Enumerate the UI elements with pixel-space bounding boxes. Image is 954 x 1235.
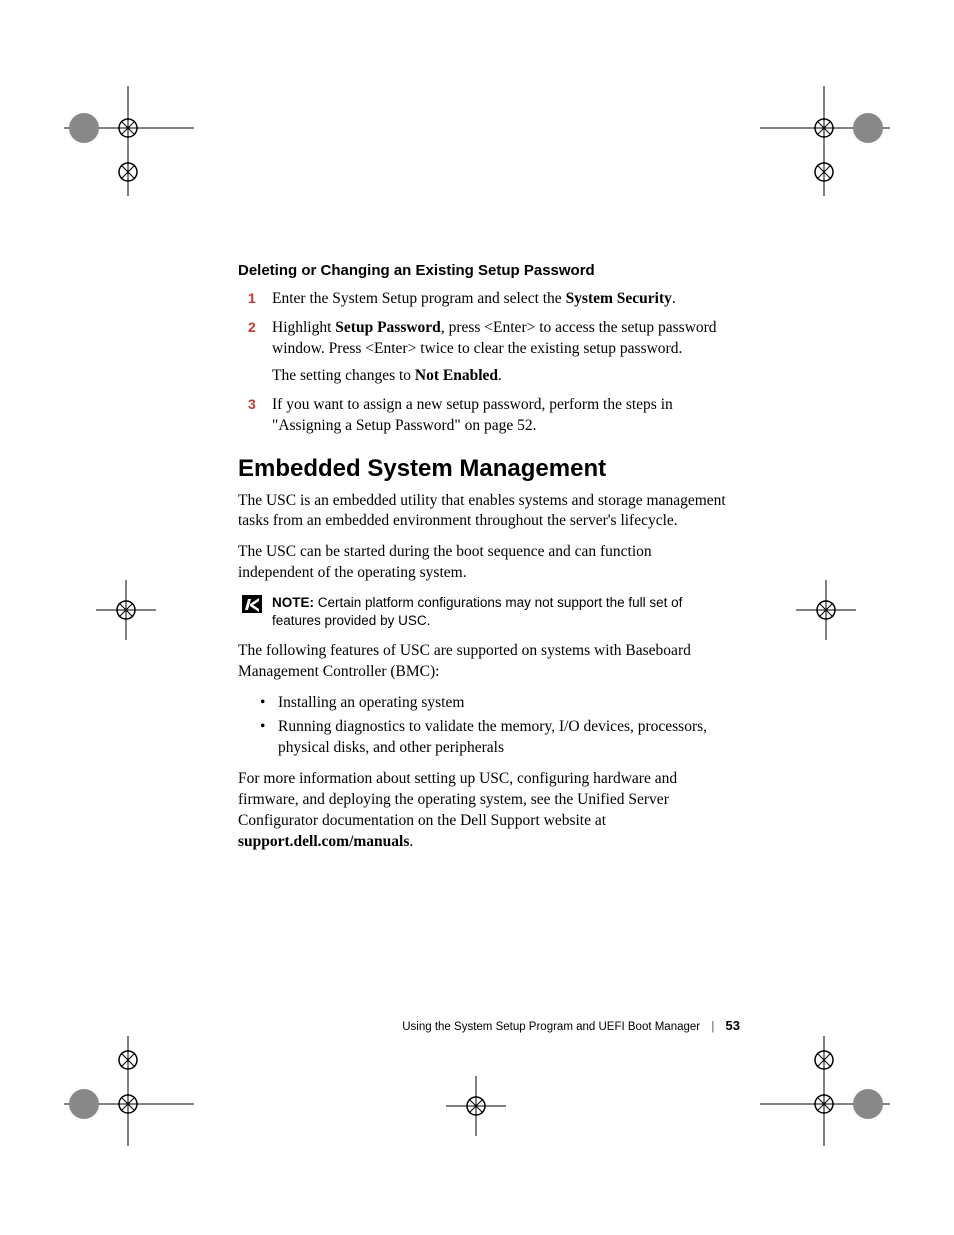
bullet-list: Installing an operating system Running di… [238, 693, 728, 760]
crop-mark-bottom-left [64, 1036, 194, 1146]
note-label: NOTE: [272, 595, 314, 610]
step-paragraph: If you want to assign a new setup passwo… [272, 395, 728, 437]
text-run: If you want to assign a new setup passwo… [272, 396, 673, 434]
step-paragraph: Enter the System Setup program and selec… [272, 289, 728, 310]
step-paragraph: Highlight Setup Password, press <Enter> … [272, 318, 728, 360]
note-text: NOTE: Certain platform configurations ma… [272, 594, 728, 630]
crop-mark-mid-left [96, 580, 156, 640]
text-run: For more information about setting up US… [238, 770, 677, 829]
section-heading: Deleting or Changing an Existing Setup P… [238, 262, 728, 279]
note-body: Certain platform configurations may not … [272, 595, 682, 628]
body-paragraph: The USC can be started during the boot s… [238, 542, 728, 584]
steps-list: 1 Enter the System Setup program and sele… [238, 289, 728, 437]
text-run: The setting changes to [272, 367, 415, 384]
step-paragraph: The setting changes to Not Enabled. [272, 366, 728, 387]
step-item: 3 If you want to assign a new setup passw… [238, 395, 728, 437]
step-body: Enter the System Setup program and selec… [272, 289, 728, 310]
text-run: support.dell.com/manuals [238, 833, 409, 850]
crop-mark-top-left [64, 86, 194, 196]
text-run: Highlight [272, 319, 335, 336]
note-icon [242, 595, 262, 613]
step-item: 1 Enter the System Setup program and sele… [238, 289, 728, 310]
text-run: System Security [566, 290, 672, 307]
body-paragraph: The USC is an embedded utility that enab… [238, 491, 728, 533]
text-run: . [672, 290, 676, 307]
text-run: Setup Password [335, 319, 441, 336]
text-run: . [409, 833, 413, 850]
bullet-item: Running diagnostics to validate the memo… [278, 717, 728, 759]
note-block: NOTE: Certain platform configurations ma… [238, 594, 728, 630]
crop-mark-bottom-center [446, 1076, 506, 1136]
step-number: 3 [248, 395, 256, 414]
footer-separator: | [711, 1021, 714, 1033]
step-number: 1 [248, 289, 256, 308]
page-footer: Using the System Setup Program and UEFI … [0, 1018, 740, 1033]
crop-mark-top-right [760, 86, 890, 196]
main-heading: Embedded System Management [238, 455, 728, 483]
crop-mark-bottom-right [760, 1036, 890, 1146]
footer-chapter: Using the System Setup Program and UEFI … [402, 1021, 700, 1033]
closing-paragraph: For more information about setting up US… [238, 769, 728, 853]
step-body: Highlight Setup Password, press <Enter> … [272, 318, 728, 387]
bullet-item: Installing an operating system [278, 693, 728, 714]
text-run: . [498, 367, 502, 384]
text-run: Not Enabled [415, 367, 498, 384]
step-number: 2 [248, 318, 256, 337]
step-body: If you want to assign a new setup passwo… [272, 395, 728, 437]
text-run: Enter the System Setup program and selec… [272, 290, 566, 307]
page-number: 53 [726, 1018, 740, 1033]
body-paragraph: The following features of USC are suppor… [238, 641, 728, 683]
step-item: 2 Highlight Setup Password, press <Enter>… [238, 318, 728, 387]
crop-mark-mid-right [796, 580, 856, 640]
page-content: Deleting or Changing an Existing Setup P… [238, 262, 728, 863]
